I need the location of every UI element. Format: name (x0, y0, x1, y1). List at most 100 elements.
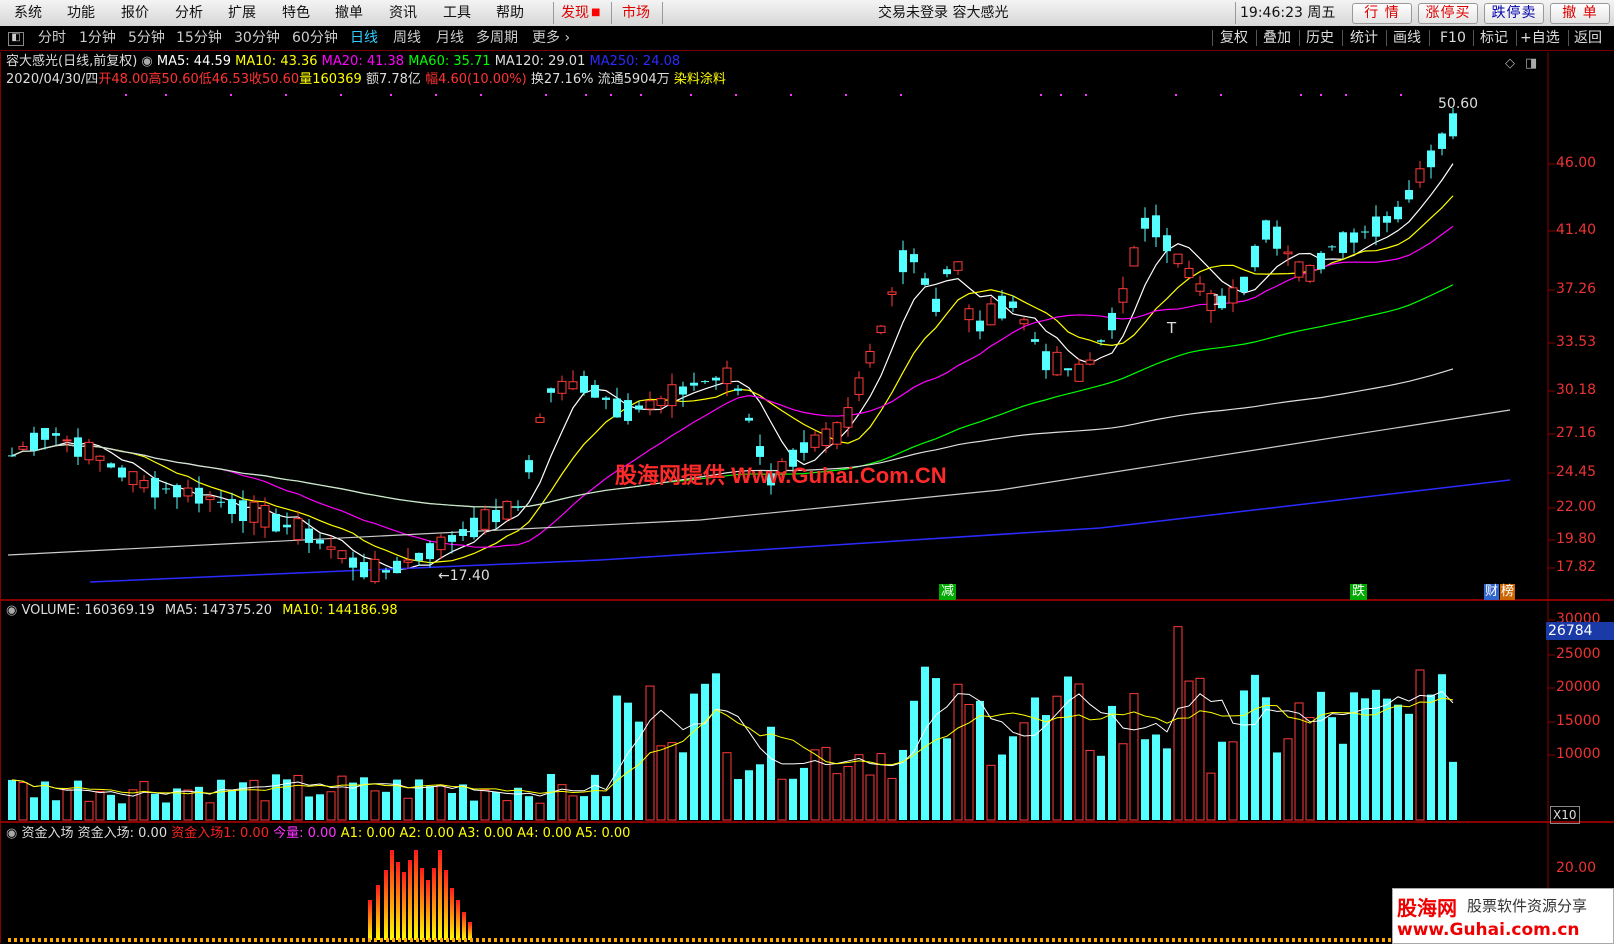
candle (74, 428, 82, 466)
signal-dot (585, 94, 587, 96)
volume-tick: 20000 (1556, 679, 1601, 695)
signal-dot (390, 94, 392, 96)
capital-baseline-dot (1388, 938, 1391, 942)
candle (316, 533, 324, 550)
capital-baseline-dot (182, 938, 185, 942)
capital-baseline-dot (212, 938, 215, 942)
volume-bar (1173, 626, 1183, 821)
capital-baseline-dot (884, 938, 887, 942)
volume-bar (305, 796, 313, 820)
indicator-toggle-icon[interactable]: ◉ (6, 603, 17, 618)
capital-baseline-dot (710, 938, 713, 942)
capital-baseline-dot (596, 938, 599, 942)
candle (1152, 204, 1160, 247)
candle (1383, 211, 1391, 233)
capital-baseline-dot (1346, 938, 1349, 942)
price-tick: 19.80 (1556, 531, 1597, 547)
capital-baseline-dot (668, 938, 671, 942)
volume-bar (403, 797, 413, 821)
marker-ranking[interactable]: 榜 (1500, 584, 1516, 600)
volume-bar (436, 785, 446, 821)
candle (810, 430, 820, 452)
candle (1141, 207, 1149, 242)
capital-baseline-dot (98, 938, 101, 942)
capital-baseline-dot (1124, 938, 1127, 942)
capital-baseline-dot (932, 938, 935, 942)
volume-bar (1228, 741, 1238, 821)
volume-bar (1141, 739, 1149, 820)
capital-baseline-dot (164, 938, 167, 942)
capital-baseline-dot (1184, 938, 1187, 942)
ma-legend-2: MA20: 41.38 (321, 54, 409, 69)
marker-finance[interactable]: 财 (1484, 584, 1500, 600)
signal-dot (1040, 94, 1042, 96)
capital-baseline-dot (638, 938, 641, 942)
candle (998, 289, 1006, 321)
capital-baseline-dot (524, 938, 527, 942)
t-mark-2: 1 (1212, 291, 1222, 309)
capital-baseline-dot (548, 938, 551, 942)
capital-baseline-dot (782, 938, 785, 942)
signal-dot (610, 94, 612, 96)
capital-baseline-dot (320, 938, 323, 942)
candle (195, 476, 203, 513)
indicator-toggle-icon[interactable]: ◉ (141, 54, 152, 69)
volume-bar (470, 800, 478, 820)
capital-baseline-dot (650, 938, 653, 942)
volume-bar (1449, 761, 1457, 820)
capital-baseline-dot (944, 938, 947, 942)
capital-baseline-dot (560, 938, 563, 942)
ma-legend-5: MA250: 24.08 (589, 54, 681, 69)
capital-baseline-dot (1256, 938, 1259, 942)
capital-baseline-dot (902, 938, 905, 942)
capital-baseline-dot (410, 938, 413, 942)
candle (602, 395, 610, 410)
candle (921, 272, 929, 286)
capital-baseline-dot (632, 938, 635, 942)
capital-baseline-dot (494, 938, 497, 942)
capital-baseline-dot (614, 938, 617, 942)
capital-baseline-dot (1142, 938, 1145, 942)
marker-reduce[interactable]: 减 (939, 584, 957, 600)
capital-legend-7: A5: 0.00 (575, 826, 631, 841)
capital-baseline-dot (104, 938, 107, 942)
candle (843, 397, 853, 437)
signal-dot (1220, 94, 1222, 96)
capital-baseline-dot (848, 938, 851, 942)
capital-baseline-dot (296, 938, 299, 942)
volume-bar (953, 683, 963, 821)
volume-bar (535, 802, 545, 821)
volume-bar (459, 784, 467, 820)
volume-bar (249, 779, 259, 821)
capital-baseline-dot (428, 938, 431, 942)
capital-baseline-dot (1058, 938, 1061, 942)
volume-bar (492, 791, 500, 820)
volume-bar (1283, 738, 1293, 821)
capital-tick: 20.00 (1556, 860, 1597, 876)
indicator-toggle-icon[interactable]: ◉ (6, 826, 17, 841)
capital-baseline-dot (362, 938, 365, 942)
capital-legend-5: A3: 0.00 (458, 826, 517, 841)
candle (1350, 228, 1358, 254)
candle (95, 455, 105, 472)
capital-baseline-dot (590, 938, 593, 942)
diamond-icon[interactable]: ◇ (1505, 56, 1515, 72)
candle (293, 510, 303, 545)
high-price-label: 50.60 (1438, 96, 1479, 112)
capital-baseline-dot (680, 938, 683, 942)
capital-baseline-dot (392, 938, 395, 942)
capital-bar (468, 922, 472, 940)
volume-bar (1052, 695, 1062, 821)
capital-baseline-dot (1364, 938, 1367, 942)
capital-baseline-dot (1118, 938, 1121, 942)
t-mark: T (1167, 319, 1177, 337)
capital-baseline-dot (1094, 938, 1097, 942)
candle (1228, 279, 1238, 313)
expand-icon[interactable]: ◨ (1525, 56, 1537, 72)
capital-baseline-dot (1220, 938, 1223, 942)
volume-tick: 10000 (1556, 746, 1601, 762)
capital-baseline-dot (1088, 938, 1091, 942)
marker-drop[interactable]: 跌 (1350, 584, 1368, 600)
capital-baseline-dot (38, 938, 41, 942)
capital-baseline-dot (1322, 938, 1325, 942)
